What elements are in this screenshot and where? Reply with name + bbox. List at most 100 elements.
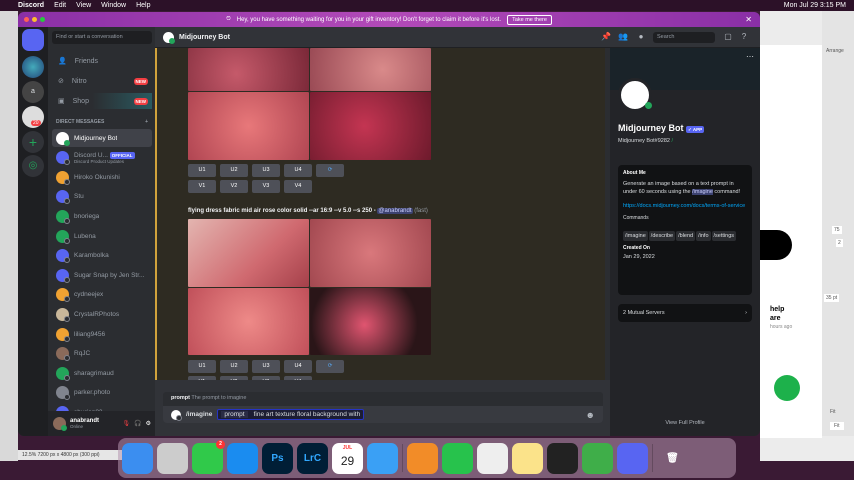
value-field[interactable]: 35 pt: [824, 294, 840, 302]
mail-icon[interactable]: [367, 442, 398, 474]
headphones-icon[interactable]: 🎧: [134, 420, 141, 427]
command-tag[interactable]: /settings: [711, 231, 737, 241]
zoom-button[interactable]: [40, 17, 45, 22]
generated-image[interactable]: [188, 288, 309, 355]
menu-window[interactable]: Window: [101, 2, 126, 9]
gear-icon[interactable]: ⚙: [146, 420, 151, 427]
variation-button[interactable]: V4: [284, 376, 312, 380]
dm-item[interactable]: parker.photo: [52, 384, 152, 402]
upscale-button[interactable]: U1: [188, 360, 216, 373]
mute-icon[interactable]: 🎙: [123, 420, 131, 427]
menu-app[interactable]: Discord: [18, 2, 44, 9]
prompt-option-field[interactable]: prompt fine art texture floral background…: [217, 409, 365, 420]
upscale-button[interactable]: U4: [284, 164, 312, 177]
command-tag[interactable]: /describe: [648, 231, 676, 241]
variation-button[interactable]: V1: [188, 376, 216, 380]
ps-icon[interactable]: Ps: [262, 442, 293, 474]
variation-button[interactable]: V3: [252, 180, 280, 193]
upscale-button[interactable]: U1: [188, 164, 216, 177]
variation-button[interactable]: V2: [220, 376, 248, 380]
dm-item[interactable]: Midjourney Bot: [52, 129, 152, 147]
dm-item[interactable]: cydneejex: [52, 286, 152, 304]
server-icon[interactable]: [22, 56, 44, 78]
take-me-there-button[interactable]: Take me there: [507, 14, 552, 25]
generated-image[interactable]: [310, 219, 431, 287]
dm-item[interactable]: Stu: [52, 188, 152, 206]
command-tag[interactable]: /imagine: [623, 231, 648, 241]
variation-button[interactable]: V2: [220, 180, 248, 193]
dm-item[interactable]: RqJC: [52, 345, 152, 363]
lrc-icon[interactable]: LrC: [297, 442, 328, 474]
generated-image[interactable]: [188, 48, 309, 91]
upscale-button[interactable]: U4: [284, 360, 312, 373]
discover-icon[interactable]: ◎: [22, 155, 44, 177]
variation-button[interactable]: V1: [188, 180, 216, 193]
user-mention[interactable]: @anabrandt: [377, 208, 413, 214]
value-field[interactable]: 75: [832, 226, 842, 234]
terms-link[interactable]: https://docs.midjourney.com/docs/terms-o…: [623, 202, 747, 210]
fit-button[interactable]: Fit: [830, 422, 844, 430]
help-icon[interactable]: ?: [739, 32, 749, 42]
dm-item[interactable]: Discord U... OFFICIAL Discord Product Upd…: [52, 149, 152, 167]
fit-button[interactable]: Fit: [830, 409, 836, 415]
add-dm-icon[interactable]: +: [145, 119, 148, 125]
nav-friends[interactable]: 👤 Friends: [52, 53, 152, 69]
emoji-icon[interactable]: ☻: [586, 410, 595, 420]
notes-icon[interactable]: [512, 442, 543, 474]
prompt-value[interactable]: fine art texture floral background with: [254, 411, 361, 418]
dm-item[interactable]: CrystalRPhotos: [52, 305, 152, 323]
generated-image[interactable]: [310, 48, 431, 91]
user-profile-icon[interactable]: ●: [636, 32, 646, 42]
find-conversation-input[interactable]: Find or start a conversation: [52, 31, 152, 44]
menu-help[interactable]: Help: [136, 2, 150, 9]
nav-nitro[interactable]: ⊘ Nitro NEW: [52, 73, 152, 89]
clock[interactable]: Mon Jul 29 3:15 PM: [784, 2, 846, 9]
menu-view[interactable]: View: [76, 2, 91, 9]
menu-edit[interactable]: Edit: [54, 2, 66, 9]
dm-item[interactable]: Sugar Snap by Jen Str...: [52, 266, 152, 284]
dm-item[interactable]: sharagrimaud: [52, 364, 152, 382]
variation-button[interactable]: V3: [252, 376, 280, 380]
upscale-button[interactable]: U3: [252, 164, 280, 177]
messages-icon[interactable]: 2: [192, 439, 225, 474]
discord-icon[interactable]: [617, 442, 648, 474]
calendar-icon[interactable]: JUL 29: [332, 442, 363, 474]
generated-image[interactable]: [188, 92, 309, 160]
trash-icon[interactable]: 🗑: [657, 443, 688, 474]
value-field[interactable]: 2: [836, 239, 843, 247]
generated-image[interactable]: [310, 92, 431, 160]
generated-image[interactable]: [310, 288, 431, 355]
close-icon[interactable]: ✕: [745, 15, 752, 24]
reroll-button[interactable]: ⟳: [316, 360, 344, 373]
server-icon[interactable]: 20: [22, 106, 44, 128]
variation-button[interactable]: V4: [284, 180, 312, 193]
dm-item[interactable]: Lubena: [52, 227, 152, 245]
more-icon[interactable]: ⋯: [746, 52, 754, 61]
inbox-icon[interactable]: ▢: [723, 32, 733, 42]
nav-shop[interactable]: ▣ Shop NEW: [52, 93, 152, 109]
chat-bubble-button[interactable]: [774, 375, 800, 401]
add-server-icon[interactable]: +: [22, 131, 44, 153]
dm-item[interactable]: Karambolka: [52, 247, 152, 265]
finder-icon[interactable]: [122, 442, 153, 474]
arrange-tab[interactable]: Arrange: [826, 48, 844, 54]
pin-icon[interactable]: 📌: [601, 32, 611, 42]
upscale-button[interactable]: U2: [220, 164, 248, 177]
safari-icon[interactable]: [227, 442, 258, 474]
add-friends-icon[interactable]: 👥: [618, 32, 628, 42]
dm-item[interactable]: Hiroko Okunishi: [52, 168, 152, 186]
avatar[interactable]: [53, 417, 67, 431]
command-tag[interactable]: /blend: [676, 231, 696, 241]
camtasia-icon[interactable]: [582, 442, 613, 474]
imagine-command-link[interactable]: /imagine: [692, 189, 713, 195]
view-full-profile-link[interactable]: View Full Profile: [610, 420, 760, 426]
message-input[interactable]: /imagine prompt fine art texture floral b…: [163, 406, 603, 423]
search-input[interactable]: Search: [653, 32, 715, 43]
upscale-button[interactable]: U3: [252, 360, 280, 373]
close-window-button[interactable]: [24, 17, 29, 22]
launchpad-icon[interactable]: [157, 442, 188, 474]
numbers-icon[interactable]: [442, 442, 473, 474]
sketch-icon[interactable]: [547, 442, 578, 474]
discord-home-icon[interactable]: [22, 29, 44, 51]
dm-item[interactable]: liliang9456: [52, 325, 152, 343]
